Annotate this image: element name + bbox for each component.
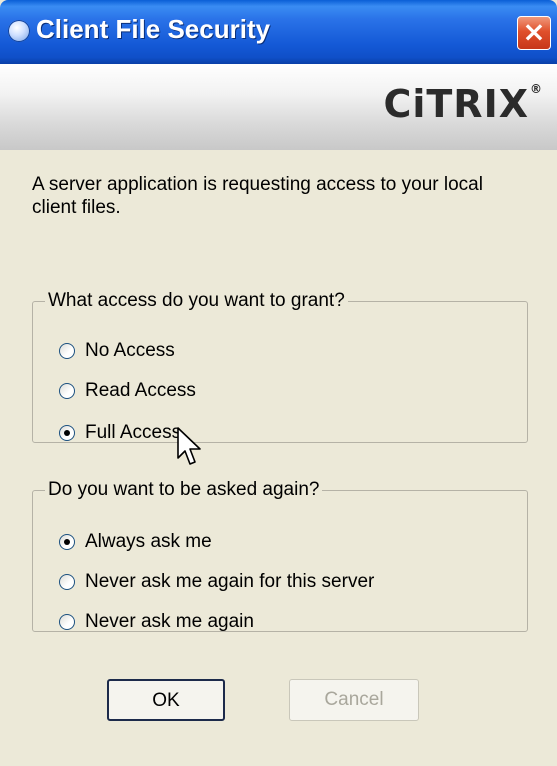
radio-label: Always ask me	[85, 531, 212, 552]
radio-full-access[interactable]: Full Access	[59, 418, 181, 448]
ask-again-group-legend: Do you want to be asked again?	[48, 479, 320, 500]
radio-no-access[interactable]: No Access	[59, 336, 175, 366]
radio-read-access[interactable]: Read Access	[59, 376, 196, 406]
radio-label: Full Access	[85, 422, 182, 443]
intro-message: A server application is requesting acces…	[32, 174, 483, 218]
close-button[interactable]: ×	[517, 16, 551, 50]
ask-again-group: Do you want to be asked again? Always as…	[32, 479, 528, 632]
radio-button[interactable]	[59, 343, 75, 359]
app-icon	[8, 20, 30, 42]
radio-always-ask[interactable]: Always ask me	[59, 527, 212, 557]
radio-never-ask-server[interactable]: Never ask me again for this server	[59, 567, 374, 597]
radio-label: Never ask me again for this server	[85, 571, 375, 592]
radio-button-selected[interactable]	[59, 534, 75, 550]
cancel-button[interactable]: Cancel	[289, 679, 419, 721]
radio-label: Read Access	[85, 380, 196, 401]
title-bar[interactable]: Client File Security ×	[0, 0, 557, 64]
radio-label: Never ask me again	[85, 611, 254, 632]
radio-button[interactable]	[59, 614, 75, 630]
vendor-banner: CiTRIX®	[0, 64, 557, 150]
mouse-cursor-icon	[177, 427, 201, 465]
radio-button[interactable]	[59, 574, 75, 590]
radio-label: No Access	[85, 340, 175, 361]
access-group: What access do you want to grant? No Acc…	[32, 290, 528, 443]
radio-button[interactable]	[59, 383, 75, 399]
close-icon: ×	[522, 15, 546, 48]
ok-button[interactable]: OK	[107, 679, 225, 721]
radio-never-ask[interactable]: Never ask me again	[59, 607, 254, 637]
radio-button-selected[interactable]	[59, 425, 75, 441]
citrix-logo: CiTRIX®	[383, 82, 543, 126]
window-title: Client File Security	[36, 14, 271, 44]
access-group-legend: What access do you want to grant?	[48, 290, 345, 311]
